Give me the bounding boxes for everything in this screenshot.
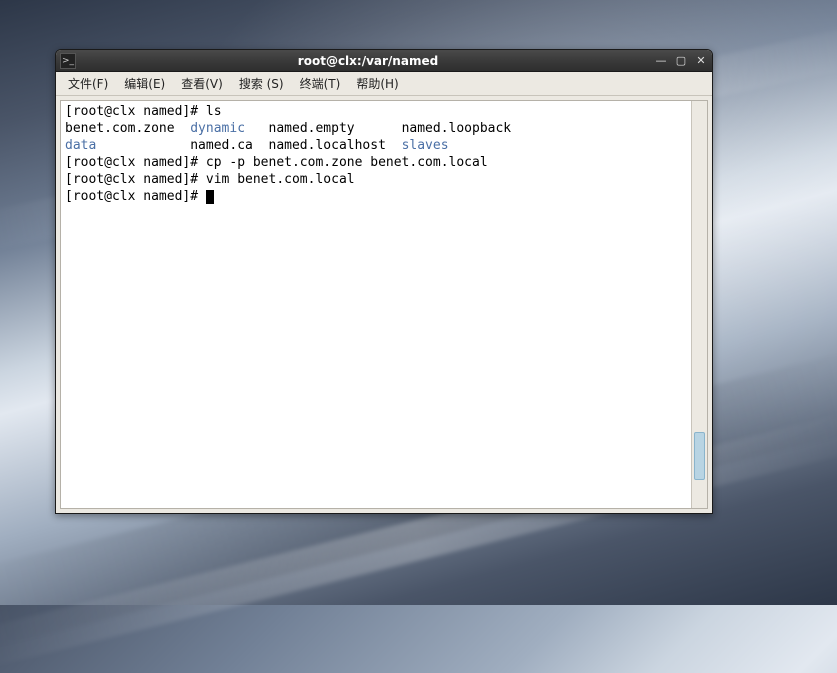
prompt: [root@clx named]# <box>65 189 206 204</box>
terminal-window: >_ root@clx:/var/named — ▢ ✕ 文件(F) 编辑(E)… <box>55 49 713 514</box>
menu-search[interactable]: 搜索 (S) <box>233 73 290 94</box>
app-icon: >_ <box>60 53 76 69</box>
command-text: ls <box>206 104 222 119</box>
maximize-button[interactable]: ▢ <box>674 54 688 68</box>
terminal-output[interactable]: [root@clx named]# ls benet.com.zone dyna… <box>61 101 691 508</box>
minimize-button[interactable]: — <box>654 54 668 68</box>
command-text: cp -p benet.com.zone benet.com.local <box>206 155 488 170</box>
menu-file[interactable]: 文件(F) <box>62 73 114 94</box>
menu-terminal[interactable]: 终端(T) <box>294 73 347 94</box>
prompt: [root@clx named]# <box>65 155 206 170</box>
window-controls: — ▢ ✕ <box>654 54 708 68</box>
ls-output: benet.com.zone <box>65 121 190 136</box>
prompt: [root@clx named]# <box>65 172 206 187</box>
ls-output: named.empty named.loopback <box>245 121 511 136</box>
ls-dir: slaves <box>402 138 449 153</box>
cursor <box>206 190 214 204</box>
terminal-container: [root@clx named]# ls benet.com.zone dyna… <box>60 100 708 509</box>
scrollbar-thumb[interactable] <box>694 432 705 480</box>
ls-output: named.ca named.localhost <box>96 138 401 153</box>
scrollbar[interactable] <box>691 101 707 508</box>
menu-help[interactable]: 帮助(H) <box>350 73 404 94</box>
command-text: vim benet.com.local <box>206 172 355 187</box>
window-title: root@clx:/var/named <box>82 54 654 68</box>
close-button[interactable]: ✕ <box>694 54 708 68</box>
menu-view[interactable]: 查看(V) <box>175 73 229 94</box>
menu-edit[interactable]: 编辑(E) <box>118 73 171 94</box>
ls-dir: data <box>65 138 96 153</box>
prompt: [root@clx named]# <box>65 104 206 119</box>
menubar: 文件(F) 编辑(E) 查看(V) 搜索 (S) 终端(T) 帮助(H) <box>56 72 712 96</box>
ls-dir: dynamic <box>190 121 245 136</box>
titlebar[interactable]: >_ root@clx:/var/named — ▢ ✕ <box>56 50 712 72</box>
